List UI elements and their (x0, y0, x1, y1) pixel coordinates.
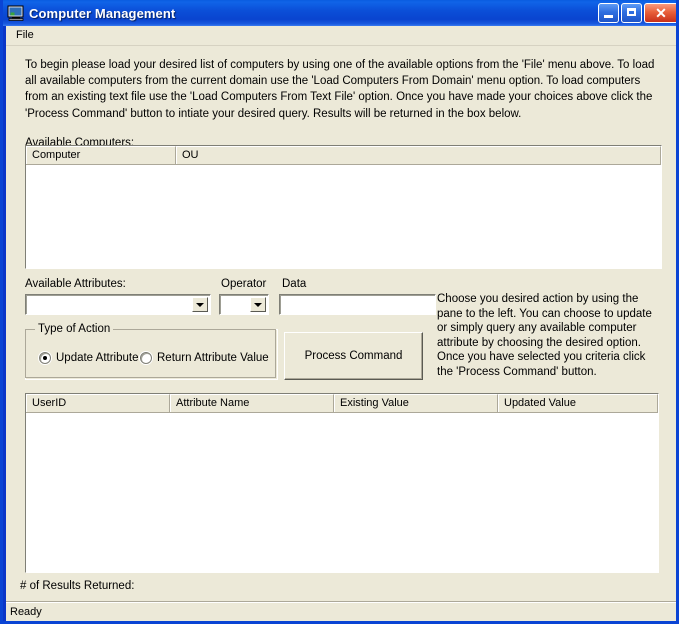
chevron-down-icon[interactable] (192, 297, 208, 312)
status-text: Ready (10, 606, 42, 618)
column-header-ou[interactable]: OU (176, 146, 661, 164)
window-controls: ✕ (598, 3, 676, 23)
maximize-icon (627, 8, 636, 16)
close-button[interactable]: ✕ (644, 3, 676, 23)
available-computers-list[interactable]: Computer OU (25, 145, 662, 269)
column-header-attribute-name[interactable]: Attribute Name (170, 394, 334, 412)
radio-update-attribute-label: Update Attribute (56, 352, 139, 364)
data-input[interactable] (279, 294, 436, 315)
type-of-action-group: Type of Action Update Attribute Return A… (25, 323, 278, 380)
radio-selected-icon (39, 352, 51, 364)
available-attributes-combo[interactable] (25, 294, 211, 315)
results-body[interactable] (26, 413, 658, 573)
operator-label: Operator (221, 278, 267, 290)
data-label: Data (282, 278, 307, 290)
available-attributes-label: Available Attributes: (25, 278, 126, 290)
operator-combo[interactable] (219, 294, 269, 315)
radio-return-attribute-value[interactable]: Return Attribute Value (140, 352, 269, 364)
status-bar: Ready (6, 601, 676, 621)
process-command-button[interactable]: Process Command (284, 332, 423, 380)
radio-return-attribute-value-label: Return Attribute Value (157, 352, 269, 364)
column-header-updated-value[interactable]: Updated Value (498, 394, 658, 412)
window-title: Computer Management (29, 5, 176, 21)
help-text: Choose you desired action by using the p… (437, 293, 652, 378)
chevron-down-icon[interactable] (250, 297, 266, 312)
results-count-label: # of Results Returned: (20, 580, 135, 592)
close-icon: ✕ (655, 5, 667, 21)
available-computers-body[interactable] (26, 165, 661, 269)
results-header: UserID Attribute Name Existing Value Upd… (26, 394, 658, 413)
menu-bar: File (6, 26, 676, 46)
type-of-action-title: Type of Action (35, 323, 114, 335)
application-window: Computer Management ✕ File To begin plea… (0, 0, 679, 624)
menu-item-file[interactable]: File (12, 28, 38, 42)
results-list[interactable]: UserID Attribute Name Existing Value Upd… (25, 393, 659, 573)
client-area: File To begin please load your desired l… (6, 26, 676, 621)
available-computers-header: Computer OU (26, 146, 661, 165)
column-header-existing-value[interactable]: Existing Value (334, 394, 498, 412)
minimize-icon (604, 15, 613, 18)
radio-update-attribute[interactable]: Update Attribute (39, 352, 138, 364)
column-header-userid[interactable]: UserID (26, 394, 170, 412)
maximize-button[interactable] (621, 3, 642, 23)
title-bar[interactable]: Computer Management ✕ (3, 0, 676, 26)
radio-unselected-icon (140, 352, 152, 364)
minimize-button[interactable] (598, 3, 619, 23)
instructions-text: To begin please load your desired list o… (25, 59, 655, 120)
computer-monitor-icon (7, 5, 25, 21)
column-header-computer[interactable]: Computer (26, 146, 176, 164)
